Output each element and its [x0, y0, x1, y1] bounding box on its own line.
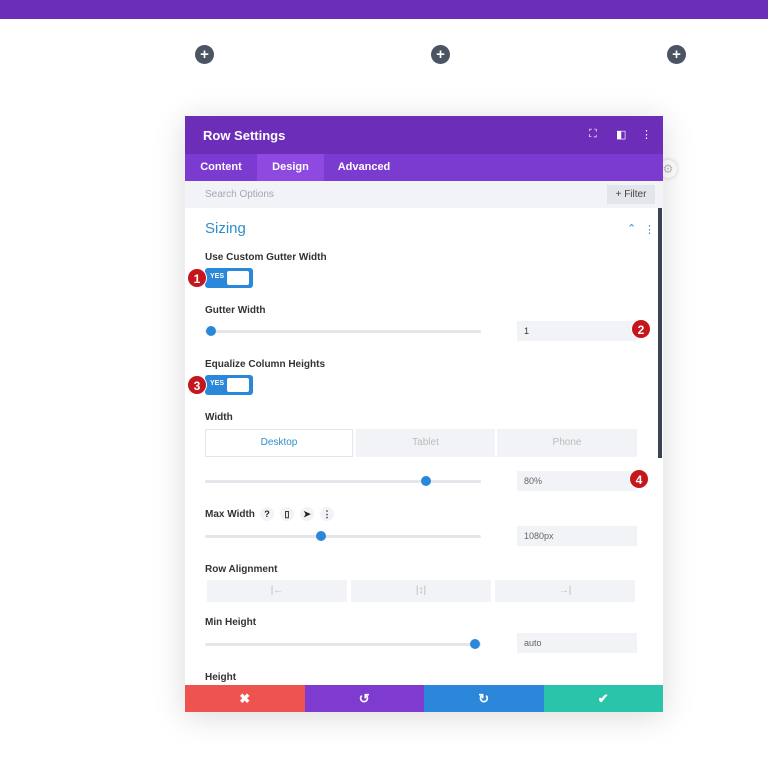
annotation-badge: 3 [187, 375, 207, 395]
field-label: Width [205, 412, 233, 423]
field-label: Max Width [205, 509, 255, 520]
max-width-input[interactable]: 1080px [517, 526, 637, 546]
field-label: Use Custom Gutter Width [205, 252, 327, 263]
annotation-badge: 4 [629, 469, 649, 489]
modal-title: Row Settings [203, 128, 286, 143]
field-label: Min Height [205, 617, 257, 628]
section-menu-icon[interactable]: ⋮ [644, 223, 655, 236]
filter-button[interactable]: + Filter [607, 185, 655, 204]
toggle-value: YES [210, 273, 225, 280]
save-button[interactable]: ✔ [543, 685, 663, 712]
annotation-badge: 1 [187, 268, 207, 288]
annotation-badge: 2 [631, 319, 651, 339]
slider-thumb[interactable] [470, 639, 481, 649]
more-icon[interactable]: ⋮ [320, 507, 334, 521]
slider-thumb[interactable] [420, 476, 431, 486]
width-slider[interactable] [205, 476, 481, 486]
tab-design[interactable]: Design [257, 154, 324, 181]
hover-cursor-icon[interactable]: ➤ [300, 507, 314, 521]
tab-bar: Content Design Advanced [185, 154, 663, 181]
align-left-button[interactable]: |← [207, 580, 347, 602]
gutter-width-input[interactable]: 1 [517, 321, 637, 341]
row-settings-modal: Row Settings ⛶ ◧ ⋮ Content Design Advanc… [185, 116, 663, 712]
device-tab-phone[interactable]: Phone [497, 429, 637, 457]
tab-advanced[interactable]: Advanced [324, 154, 404, 181]
field-label: Equalize Column Heights [205, 359, 326, 370]
width-input[interactable]: 80% [517, 471, 637, 491]
more-options-icon[interactable]: ⋮ [641, 128, 652, 141]
help-icon[interactable]: ? [260, 507, 274, 521]
slider-thumb[interactable] [205, 326, 216, 336]
add-column-button[interactable]: + [667, 45, 686, 64]
min-height-input[interactable]: auto [517, 633, 637, 653]
search-input[interactable]: Search Options [205, 189, 274, 200]
search-bar: Search Options + Filter [185, 181, 663, 208]
equalize-heights-toggle[interactable]: YES [205, 375, 253, 395]
section-title: Sizing [205, 220, 246, 237]
fullscreen-icon[interactable]: ⛶ [589, 128, 597, 141]
scrollbar[interactable] [658, 208, 662, 458]
top-bar [0, 0, 768, 19]
responsive-icon[interactable]: ▯ [280, 507, 294, 521]
modal-header: Row Settings ⛶ ◧ ⋮ [185, 116, 663, 154]
device-tab-tablet[interactable]: Tablet [356, 429, 495, 457]
slider-thumb[interactable] [315, 531, 326, 541]
align-right-button[interactable]: →| [495, 580, 635, 602]
toggle-value: YES [210, 380, 225, 387]
field-label: Row Alignment [205, 564, 278, 575]
cancel-button[interactable]: ✖ [185, 685, 305, 712]
collapse-icon[interactable]: ⌃ [627, 222, 636, 235]
custom-gutter-toggle[interactable]: YES [205, 268, 253, 288]
max-width-slider[interactable] [205, 531, 481, 541]
split-view-icon[interactable]: ◧ [616, 128, 626, 141]
add-column-button[interactable]: + [431, 45, 450, 64]
field-label: Height [205, 672, 237, 683]
device-tab-desktop[interactable]: Desktop [205, 429, 353, 457]
undo-button[interactable]: ↺ [304, 685, 424, 712]
add-column-button[interactable]: + [195, 45, 214, 64]
redo-button[interactable]: ↻ [424, 685, 544, 712]
gutter-width-slider[interactable] [205, 326, 481, 336]
min-height-slider[interactable] [205, 639, 481, 649]
tab-content[interactable]: Content [185, 154, 257, 181]
align-center-button[interactable]: |↕| [351, 580, 491, 602]
field-label: Gutter Width [205, 305, 266, 316]
